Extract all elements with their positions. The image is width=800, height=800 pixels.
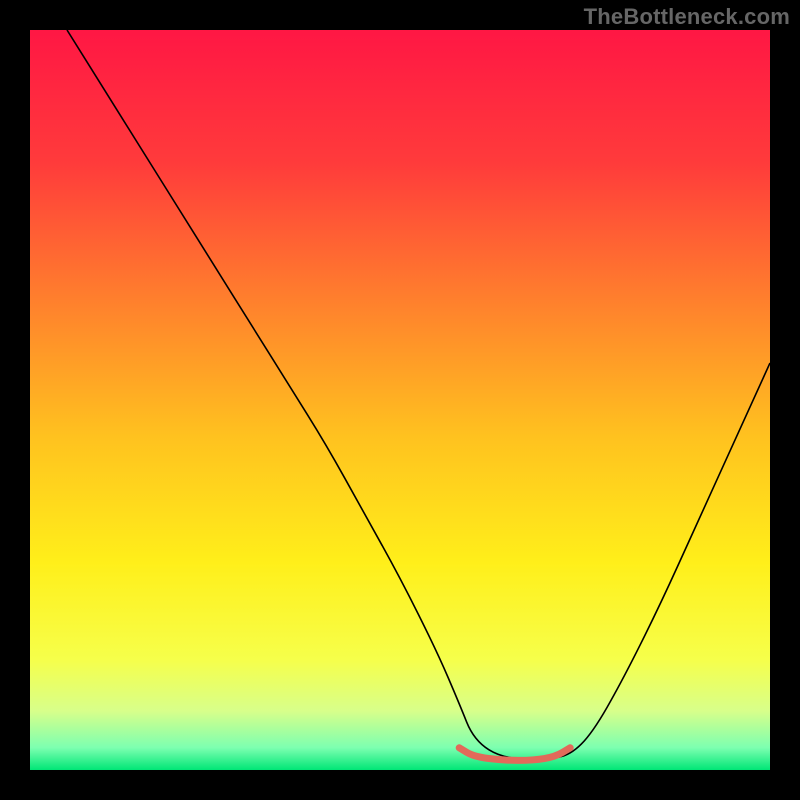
chart-frame: TheBottleneck.com xyxy=(0,0,800,800)
attribution-label: TheBottleneck.com xyxy=(584,4,790,30)
chart-lines xyxy=(30,30,770,770)
optimal-range-marker xyxy=(459,748,570,761)
plot-area xyxy=(30,30,770,770)
bottleneck-curve xyxy=(67,30,770,759)
